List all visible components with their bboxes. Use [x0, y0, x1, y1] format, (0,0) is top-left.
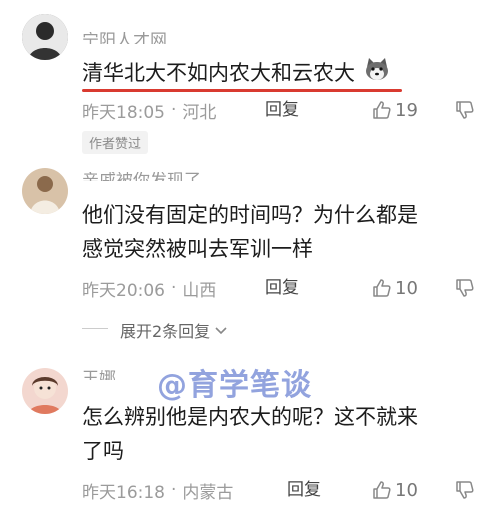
comment-text: 怎么辨别他是内农大的呢？这不就来 [82, 405, 418, 429]
reply-button[interactable]: 回复 [287, 478, 321, 502]
thumbs-down-icon [455, 480, 475, 500]
comment-meta: 昨天20:06 · 山西 [82, 276, 217, 301]
dislike-button[interactable] [455, 276, 475, 300]
watermark: @育学笔谈 [157, 368, 312, 403]
reply-button[interactable]: 回复 [265, 98, 299, 122]
avatar[interactable] [22, 14, 68, 60]
comment-username[interactable]: 王娜 [82, 370, 116, 380]
chevron-down-icon [214, 321, 228, 340]
comment-time: 昨天18:05 [82, 102, 165, 123]
avatar[interactable] [22, 368, 68, 414]
avatar[interactable] [22, 168, 68, 214]
expand-replies-button[interactable]: 展开2条回复 [120, 318, 228, 342]
like-button[interactable]: 10 [372, 478, 418, 502]
comment-text-line2: 感觉突然被叫去军训一样 [82, 237, 313, 261]
comment-text: 清华北大不如内农大和云农大 [82, 56, 390, 91]
comment-location: 内蒙古 [182, 482, 234, 503]
thumbs-down-icon [455, 100, 475, 120]
reply-button[interactable]: 回复 [265, 276, 299, 300]
comment-username[interactable]: 亲戚被你发现了 [82, 172, 201, 181]
dislike-button[interactable] [455, 478, 475, 502]
thumbs-up-icon [372, 100, 392, 120]
like-button[interactable]: 19 [372, 98, 418, 122]
like-count: 19 [395, 99, 418, 121]
comment-text: 他们没有固定的时间吗？为什么都是 [82, 203, 418, 227]
thumbs-down-icon [455, 278, 475, 298]
thumbs-up-icon [372, 278, 392, 298]
thumbs-up-icon [372, 480, 392, 500]
husky-emoji-icon [364, 57, 390, 91]
comment-username[interactable]: 宁阳人才网 [82, 32, 167, 44]
like-count: 10 [395, 277, 418, 299]
comment-meta: 昨天18:05 · 河北 [82, 98, 217, 123]
underline-annotation [82, 89, 402, 92]
expand-divider [82, 328, 108, 329]
comment-location: 河北 [182, 102, 217, 123]
like-button[interactable]: 10 [372, 276, 418, 300]
like-count: 10 [395, 479, 418, 501]
comment-time: 昨天20:06 [82, 280, 165, 301]
comment-location: 山西 [182, 280, 217, 301]
comment-meta: 昨天16:18 · 内蒙古 [82, 478, 234, 503]
dislike-button[interactable] [455, 98, 475, 122]
author-liked-badge: 作者赞过 [82, 131, 149, 154]
comment-text-line2: 了吗 [82, 439, 124, 463]
comment-time: 昨天16:18 [82, 482, 165, 503]
